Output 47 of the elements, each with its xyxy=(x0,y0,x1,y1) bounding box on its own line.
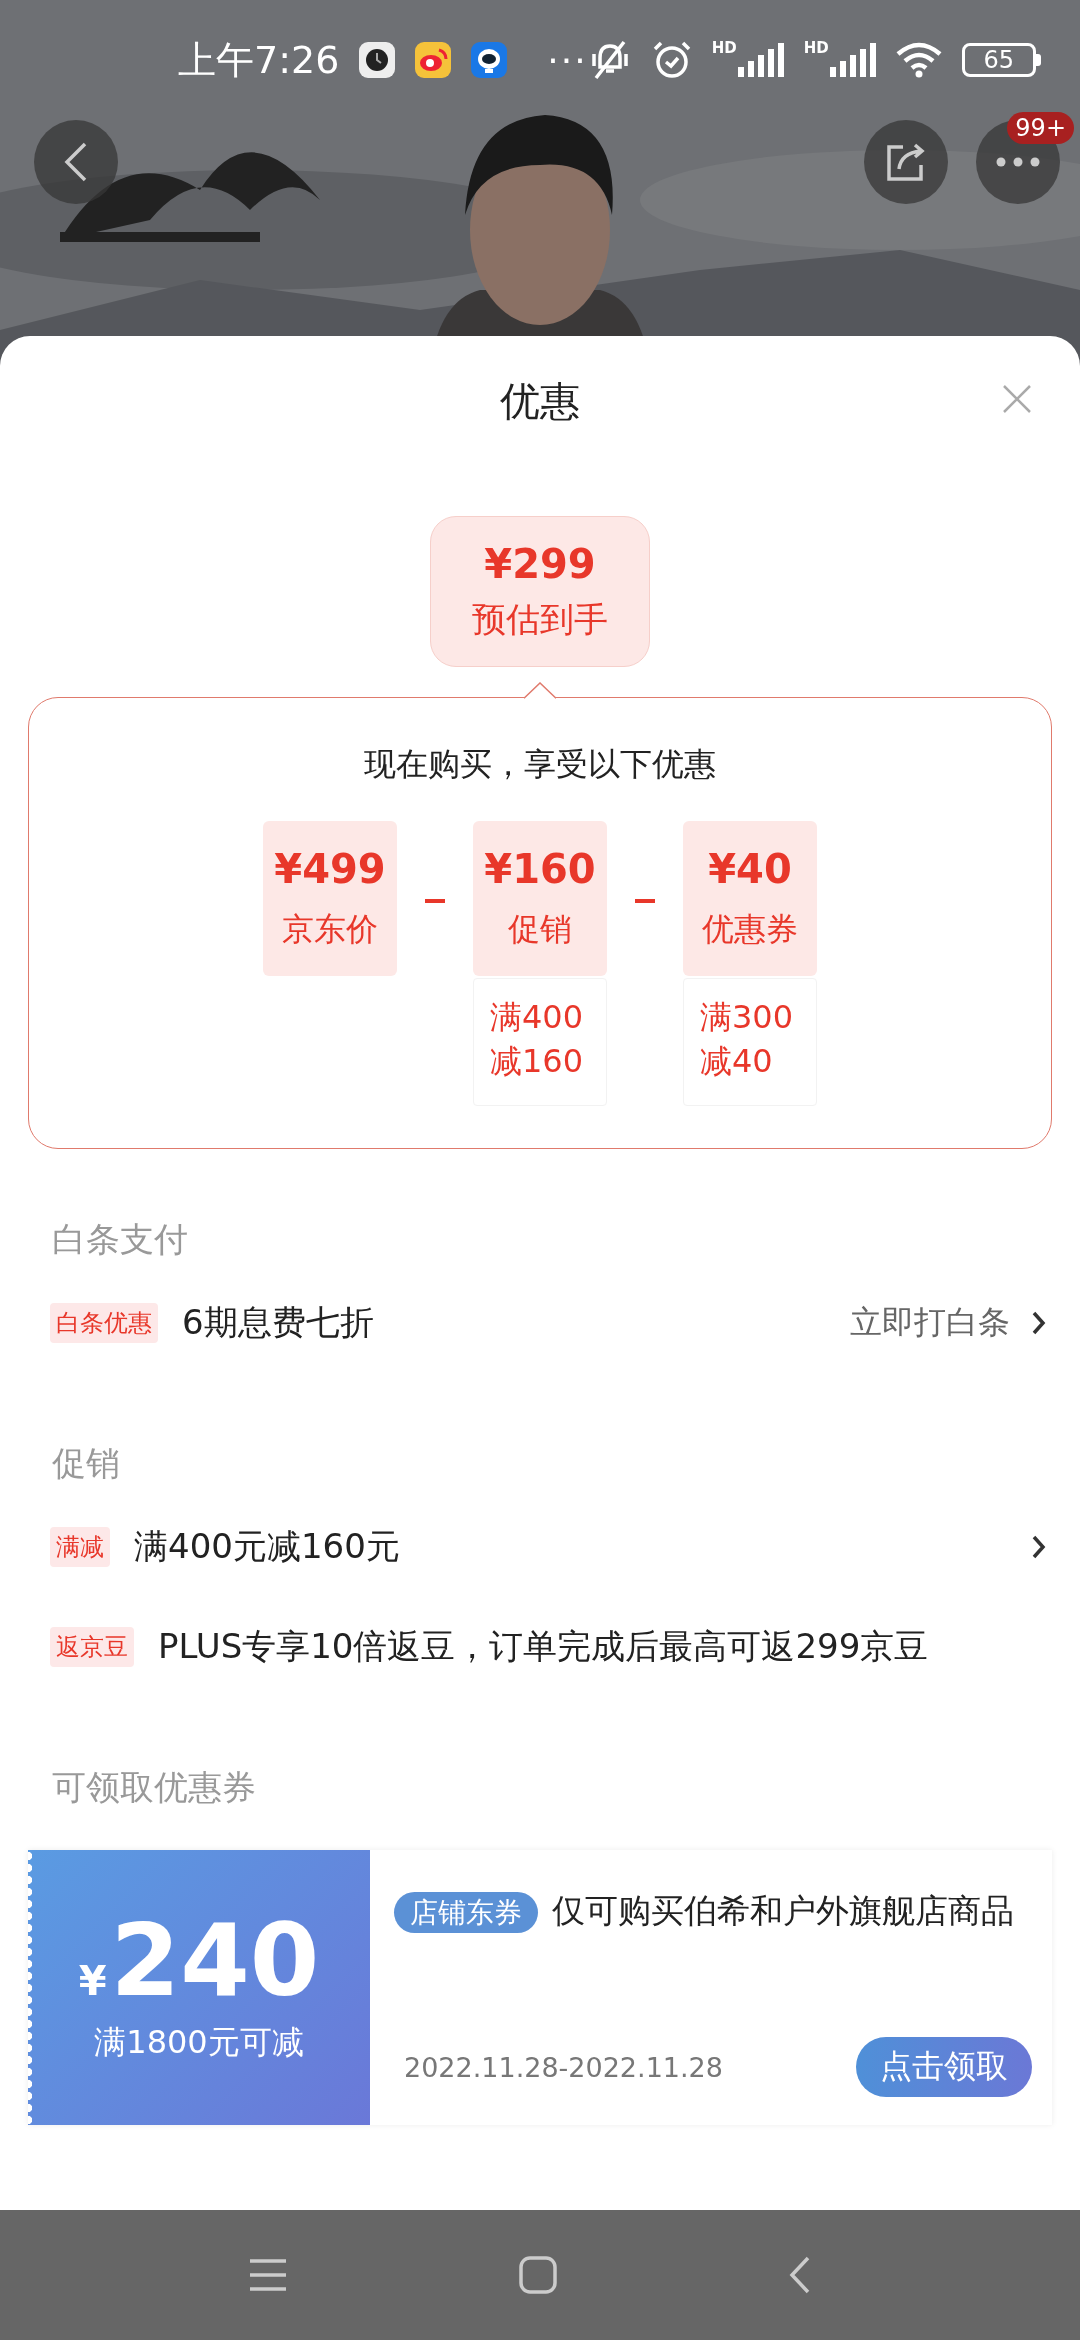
breakdown-title: 现在购买，享受以下优惠 xyxy=(364,744,716,785)
close-icon[interactable] xyxy=(1002,384,1032,414)
notification-badge: 99+ xyxy=(1007,112,1074,144)
eye-app-icon xyxy=(415,42,452,78)
section-title: 可领取优惠券 xyxy=(51,1766,257,1809)
alarm-icon xyxy=(651,40,692,80)
minus-icon xyxy=(425,899,445,903)
action-link[interactable]: 立即打白条 xyxy=(850,1301,1010,1345)
promo-tag: 白条优惠 xyxy=(50,1303,158,1343)
signal-icon xyxy=(829,43,876,77)
clock-app-icon xyxy=(359,42,396,78)
coupon-amount: 240 xyxy=(110,1910,320,2011)
price-label: 京东价 xyxy=(282,908,378,950)
currency-symbol: ¥ xyxy=(78,1957,107,2004)
more-notifications: ··· xyxy=(547,39,588,81)
promo-tag: 返京豆 xyxy=(50,1627,134,1667)
sheet-title: 优惠 xyxy=(500,376,580,426)
wifi-icon xyxy=(895,42,942,78)
promo-text: 满400元减160元 xyxy=(134,1525,400,1568)
menu-icon[interactable] xyxy=(248,2258,288,2292)
section-title: 促销 xyxy=(51,1442,121,1485)
price-label: 优惠券 xyxy=(702,908,798,950)
signal-icon xyxy=(737,43,784,77)
coupon-validity: 2022.11.28-2022.11.28 xyxy=(403,2051,723,2083)
estimate-price: ¥299 xyxy=(484,540,596,587)
coupon-tag: 店铺东券 xyxy=(394,1892,538,1933)
price-amount: ¥160 xyxy=(484,845,596,892)
price-amount: ¥40 xyxy=(708,845,792,892)
section-title: 白条支付 xyxy=(51,1218,189,1261)
estimate-label: 预估到手 xyxy=(472,597,608,641)
promo-tag: 满减 xyxy=(50,1527,110,1567)
price-amount: ¥499 xyxy=(274,845,386,892)
home-icon[interactable] xyxy=(518,2255,558,2295)
coupon-description: 仅可购买伯希和户外旗舰店商品 xyxy=(552,1891,1014,1930)
robot-app-icon xyxy=(471,42,508,78)
signal-label: HD xyxy=(803,39,829,57)
price-label: 促销 xyxy=(508,908,572,950)
minus-icon xyxy=(635,899,655,903)
battery-indicator: 65 xyxy=(961,43,1041,77)
claim-button[interactable]: 点击领取 xyxy=(856,2037,1032,2097)
more-icon xyxy=(996,157,1040,167)
promo-text: 6期息费七折 xyxy=(182,1301,374,1344)
back-icon[interactable] xyxy=(788,2255,812,2295)
signal-label: HD xyxy=(711,39,737,57)
coupon-condition: 满1800元可减 xyxy=(94,2021,304,2063)
promo-text: PLUS专享10倍返豆，订单完成后最高可返299京豆 xyxy=(158,1625,929,1668)
status-time: 上午7:26 xyxy=(178,36,340,84)
